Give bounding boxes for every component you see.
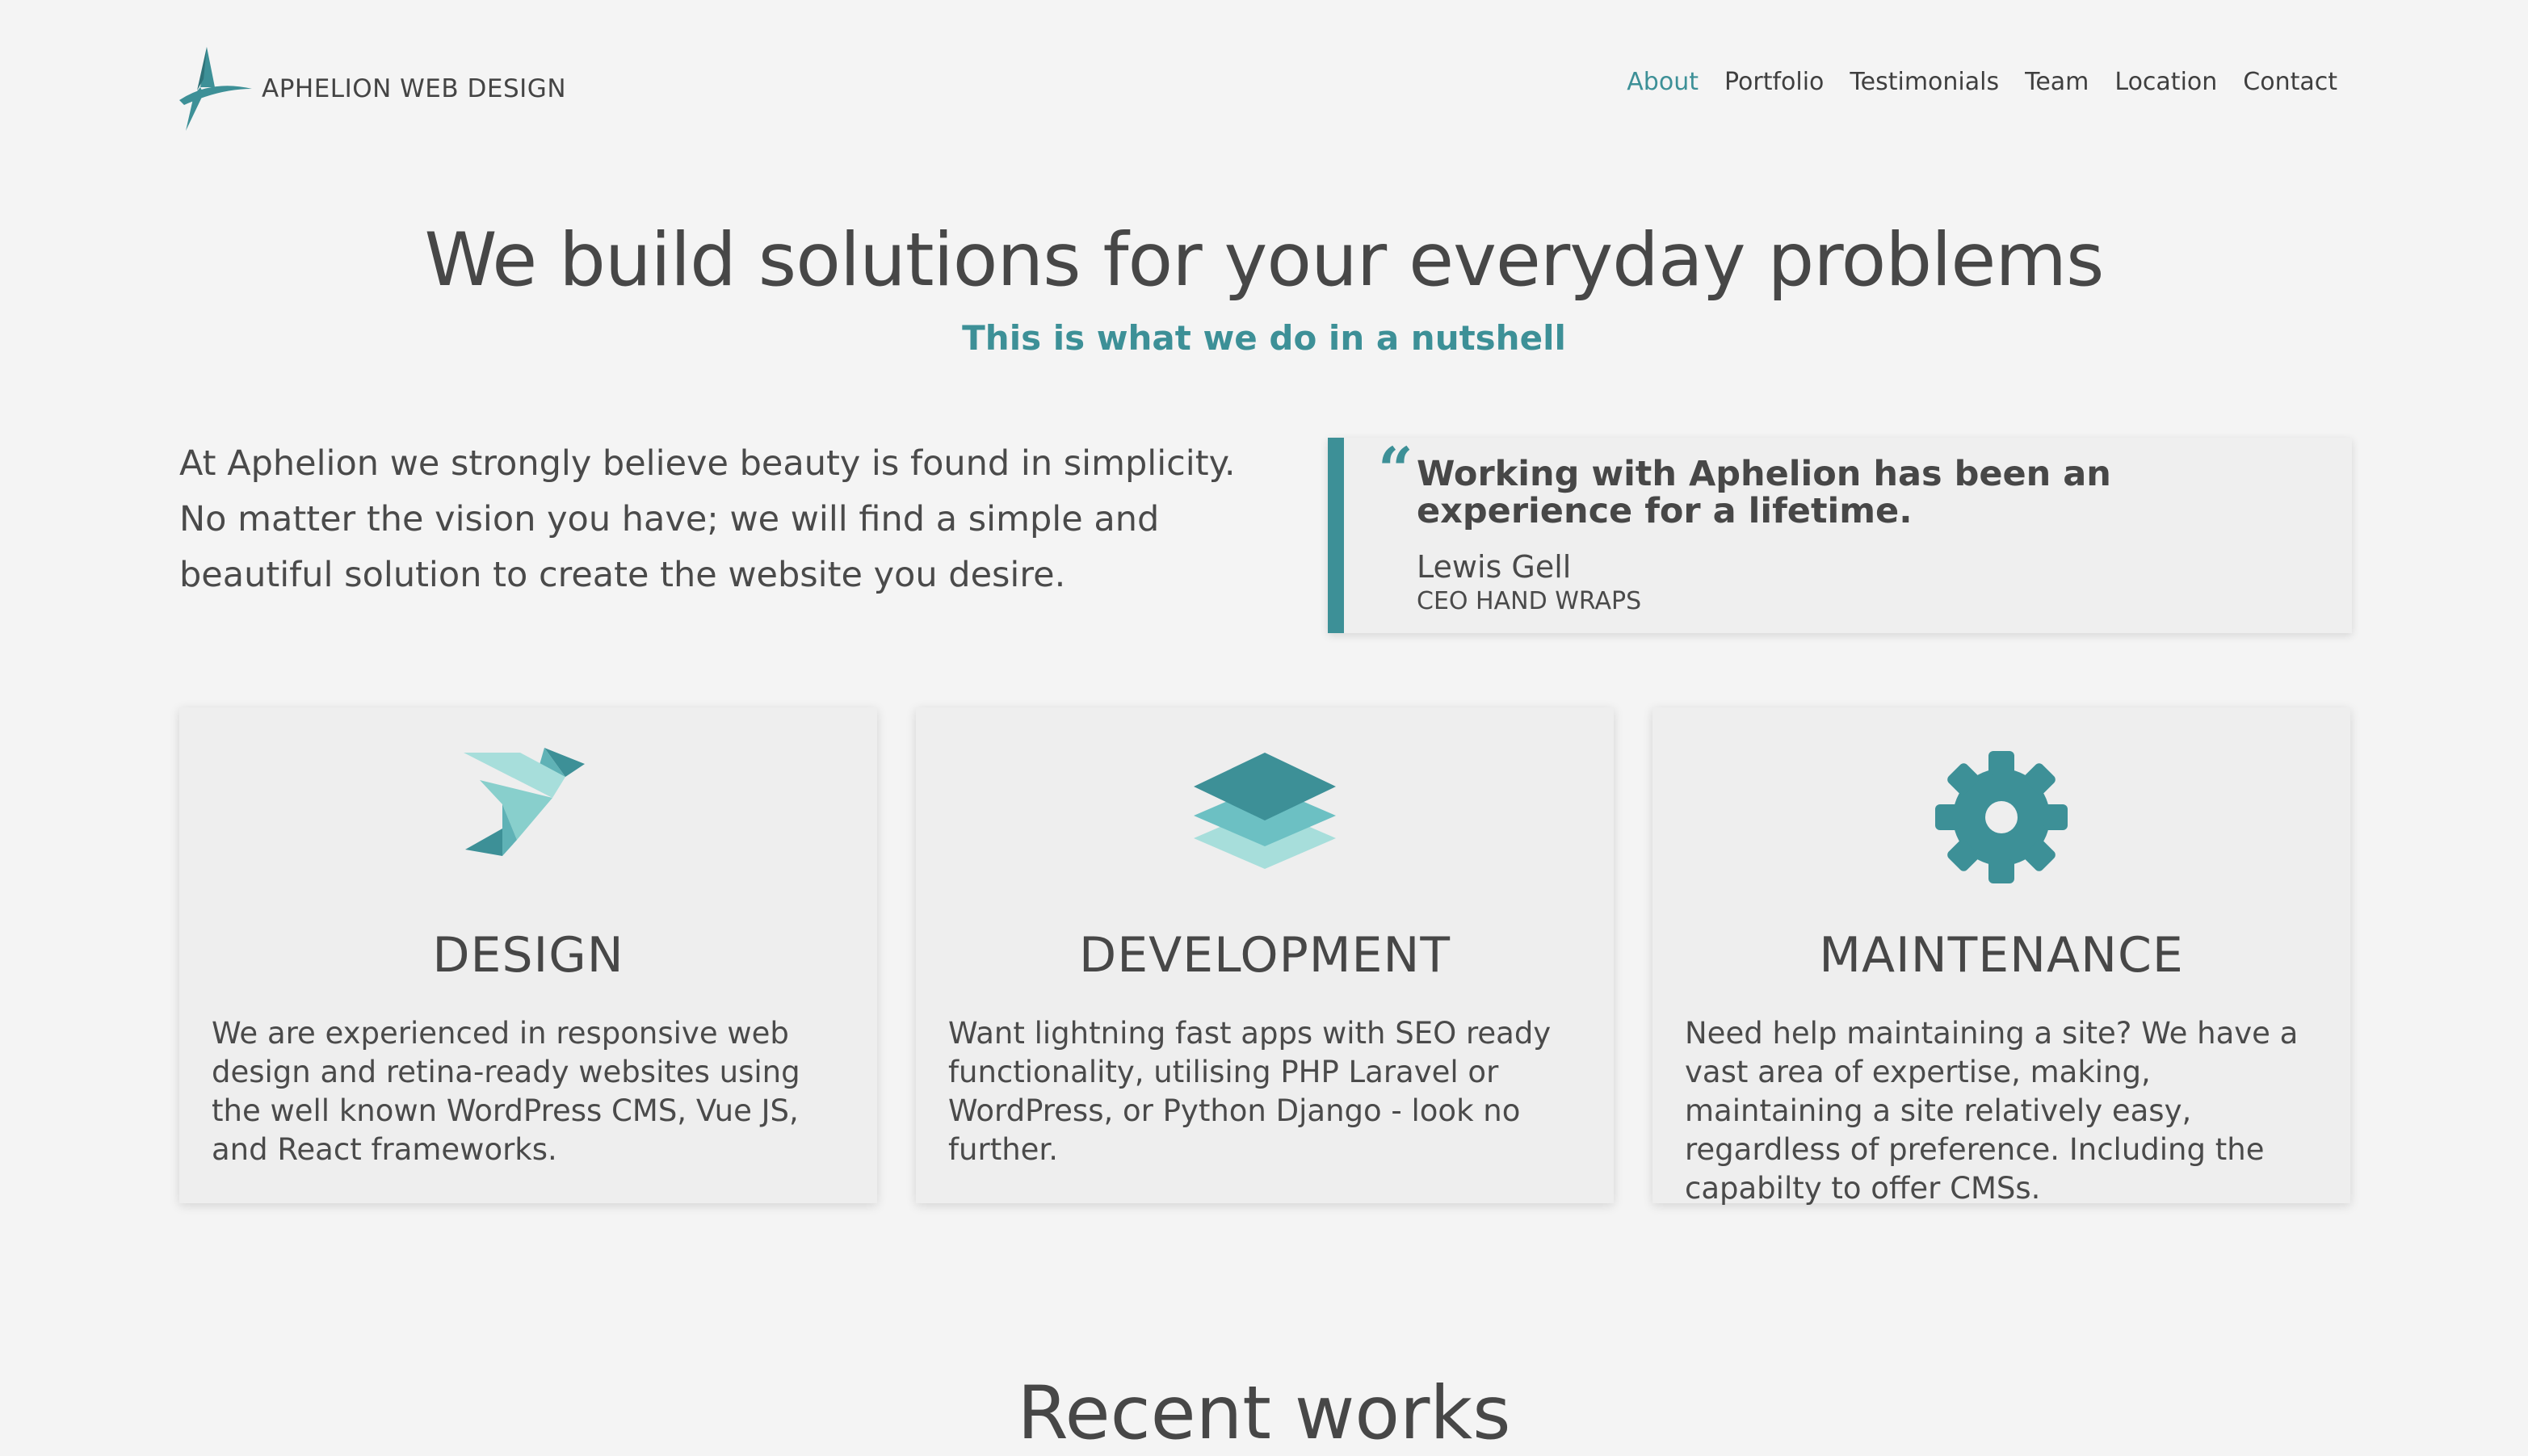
gear-icon — [1935, 751, 2068, 883]
service-title: DESIGN — [432, 927, 624, 984]
hero-subtitle: This is what we do in a nutshell — [962, 318, 1566, 358]
quote-mark-icon: “ — [1378, 434, 1413, 506]
aphelion-logo-icon — [179, 47, 252, 131]
testimonial-quote: “ Working with Aphelion has been an expe… — [1328, 438, 2352, 633]
service-card-design: DESIGN We are experienced in responsive … — [179, 707, 877, 1203]
hero-title: We build solutions for your everyday pro… — [424, 218, 2105, 303]
brand-name: APHELION WEB DESIGN — [262, 74, 567, 103]
intro-paragraph: At Aphelion we strongly believe beauty i… — [179, 443, 1236, 595]
testimonial-text: Working with Aphelion has been an experi… — [1417, 454, 2111, 531]
service-title: DEVELOPMENT — [1079, 927, 1451, 984]
service-card-development: DEVELOPMENT Want lightning fast apps wit… — [916, 707, 1614, 1203]
nav-link-team[interactable]: Team — [2025, 68, 2089, 96]
main-nav: About Portfolio Testimonials Team Locati… — [1627, 68, 2337, 96]
testimonial-author: Lewis Gell — [1417, 549, 1572, 585]
nav-link-about[interactable]: About — [1627, 68, 1699, 96]
layers-icon — [1194, 753, 1336, 869]
service-description: Want lightning fast apps with SEO ready … — [948, 1016, 1552, 1167]
testimonial-role: CEO HAND WRAPS — [1417, 587, 1642, 615]
service-description: We are experienced in responsive web des… — [212, 1016, 800, 1167]
nav-link-portfolio[interactable]: Portfolio — [1724, 68, 1824, 96]
brand-logo[interactable]: APHELION WEB DESIGN — [179, 47, 566, 131]
site-header: APHELION WEB DESIGN About Portfolio Test… — [0, 0, 2528, 178]
service-description: Need help maintaining a site? We have a … — [1685, 1016, 2299, 1206]
service-title: MAINTENANCE — [1819, 927, 2184, 984]
service-card-maintenance: MAINTENANCE Need help maintaining a site… — [1652, 707, 2350, 1206]
nav-link-contact[interactable]: Contact — [2243, 68, 2337, 96]
recent-works-heading: Recent works — [1017, 1371, 1511, 1456]
nav-link-location[interactable]: Location — [2114, 68, 2217, 96]
nav-link-testimonials[interactable]: Testimonials — [1850, 68, 1999, 96]
origami-bird-icon — [464, 748, 585, 856]
